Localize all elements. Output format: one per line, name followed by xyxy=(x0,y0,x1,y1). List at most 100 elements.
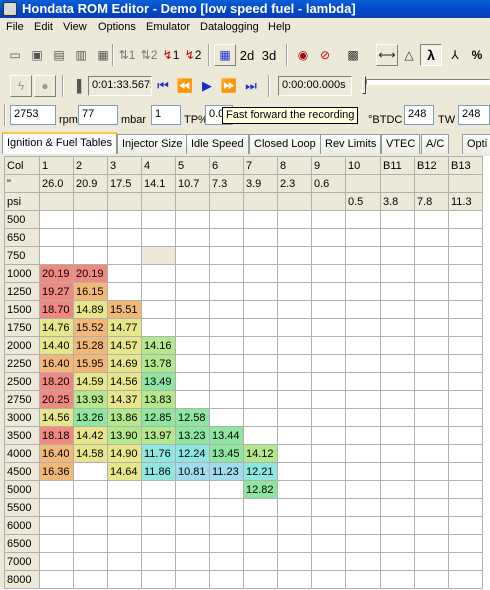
map-cell[interactable] xyxy=(73,480,108,499)
map-cell[interactable] xyxy=(414,282,449,301)
map-cell[interactable] xyxy=(311,534,346,553)
map-cell[interactable] xyxy=(175,264,210,283)
map-cell[interactable]: 13.49 xyxy=(141,372,176,391)
map-cell[interactable] xyxy=(107,228,142,247)
map-cell[interactable]: 14.42 xyxy=(73,426,108,445)
map-cell[interactable] xyxy=(380,516,415,535)
map-cell[interactable] xyxy=(380,354,415,373)
map-cell[interactable] xyxy=(345,462,381,481)
map-cell[interactable] xyxy=(243,534,278,553)
map-cell[interactable] xyxy=(175,318,210,337)
map-cell[interactable]: 16.15 xyxy=(73,282,108,301)
map-cell[interactable] xyxy=(175,336,210,355)
map-cell[interactable] xyxy=(380,264,415,283)
map-cell[interactable] xyxy=(345,426,381,445)
map-cell[interactable] xyxy=(73,534,108,553)
map-cell[interactable] xyxy=(345,228,381,247)
map-cell[interactable] xyxy=(243,552,278,571)
map-cell[interactable] xyxy=(107,480,142,499)
map-cell[interactable] xyxy=(448,516,483,535)
save-as-icon[interactable]: ▥ xyxy=(70,44,92,66)
map-cell[interactable]: 11.76 xyxy=(141,444,176,463)
map-cell[interactable] xyxy=(345,246,381,265)
map-cell[interactable] xyxy=(209,372,244,391)
map-cell[interactable] xyxy=(209,210,244,229)
map-cell[interactable] xyxy=(73,570,108,589)
map-cell[interactable] xyxy=(448,570,483,589)
map-cell[interactable] xyxy=(209,354,244,373)
map-cell[interactable] xyxy=(448,462,483,481)
menu-edit[interactable]: Edit xyxy=(34,21,53,33)
map-cell[interactable]: 10.81 xyxy=(175,462,210,481)
map-cell[interactable]: 20.19 xyxy=(39,264,74,283)
map-cell[interactable] xyxy=(277,426,312,445)
map-cell[interactable] xyxy=(414,570,449,589)
map-cell[interactable] xyxy=(141,552,176,571)
map-cell[interactable] xyxy=(73,210,108,229)
map-cell[interactable]: 20.19 xyxy=(73,264,108,283)
map-cell[interactable] xyxy=(209,498,244,517)
map-cell[interactable] xyxy=(345,354,381,373)
afr-icon[interactable]: ⅄ xyxy=(444,44,466,66)
map-cell[interactable] xyxy=(380,282,415,301)
lightning-icon[interactable]: ϟ xyxy=(10,75,32,97)
map-cell[interactable] xyxy=(311,210,346,229)
map-cell[interactable]: 12.24 xyxy=(175,444,210,463)
tab-ignition-fuel[interactable]: Ignition & Fuel Tables xyxy=(2,132,117,154)
map-cell[interactable] xyxy=(345,408,381,427)
map-cell[interactable] xyxy=(448,354,483,373)
map-cell[interactable]: 13.45 xyxy=(209,444,244,463)
map-cell[interactable] xyxy=(311,372,346,391)
map-cell[interactable] xyxy=(243,300,278,319)
tab-ac[interactable]: A/C xyxy=(421,134,450,154)
map-cell[interactable]: 12.21 xyxy=(243,462,278,481)
map-cell[interactable] xyxy=(448,372,483,391)
map-cell[interactable] xyxy=(448,300,483,319)
map-cell[interactable]: 19.27 xyxy=(39,282,74,301)
map-cell[interactable] xyxy=(414,246,449,265)
view-3d-button[interactable]: 3d xyxy=(258,44,280,66)
map-cell[interactable] xyxy=(414,462,449,481)
map-cell[interactable] xyxy=(448,246,483,265)
map-cell[interactable] xyxy=(414,354,449,373)
map-cell[interactable] xyxy=(209,480,244,499)
map-cell[interactable] xyxy=(73,498,108,517)
map-cell[interactable] xyxy=(141,210,176,229)
map-cell[interactable] xyxy=(380,336,415,355)
map-cell[interactable] xyxy=(277,498,312,517)
map-cell[interactable] xyxy=(311,300,346,319)
map-cell[interactable]: 14.58 xyxy=(73,444,108,463)
map-cell[interactable] xyxy=(141,570,176,589)
gauge-icon[interactable]: ⊘ xyxy=(314,44,336,66)
map-cell[interactable] xyxy=(243,336,278,355)
map-cell[interactable] xyxy=(380,534,415,553)
map-cell[interactable]: 18.18 xyxy=(39,426,74,445)
map-cell[interactable] xyxy=(209,534,244,553)
map-cell[interactable]: 14.77 xyxy=(107,318,142,337)
tab-idle-speed[interactable]: Idle Speed xyxy=(186,134,249,154)
map-cell[interactable] xyxy=(107,282,142,301)
map-cell[interactable] xyxy=(277,552,312,571)
map-cell[interactable] xyxy=(448,480,483,499)
map-cell[interactable] xyxy=(345,570,381,589)
map-cell[interactable]: 15.28 xyxy=(73,336,108,355)
save-icon[interactable]: ▤ xyxy=(48,44,70,66)
percent-button[interactable]: % xyxy=(466,44,488,66)
map-cell[interactable]: 14.37 xyxy=(107,390,142,409)
map-cell[interactable]: 13.93 xyxy=(73,390,108,409)
map-cell[interactable] xyxy=(243,570,278,589)
map-cell[interactable] xyxy=(311,426,346,445)
map-cell[interactable] xyxy=(141,498,176,517)
map-cell[interactable]: 13.78 xyxy=(141,354,176,373)
expand-icon[interactable]: ⟷ xyxy=(376,44,398,66)
map-cell[interactable] xyxy=(277,228,312,247)
map-cell[interactable] xyxy=(107,264,142,283)
map-cell[interactable]: 16.40 xyxy=(39,444,74,463)
map-cell[interactable] xyxy=(175,372,210,391)
map-cell[interactable] xyxy=(243,246,278,265)
map-cell[interactable]: 12.58 xyxy=(175,408,210,427)
tab-vtec[interactable]: VTEC xyxy=(381,134,421,154)
menu-datalogging[interactable]: Datalogging xyxy=(200,21,259,33)
map-cell[interactable] xyxy=(39,498,74,517)
map-cell[interactable] xyxy=(345,336,381,355)
